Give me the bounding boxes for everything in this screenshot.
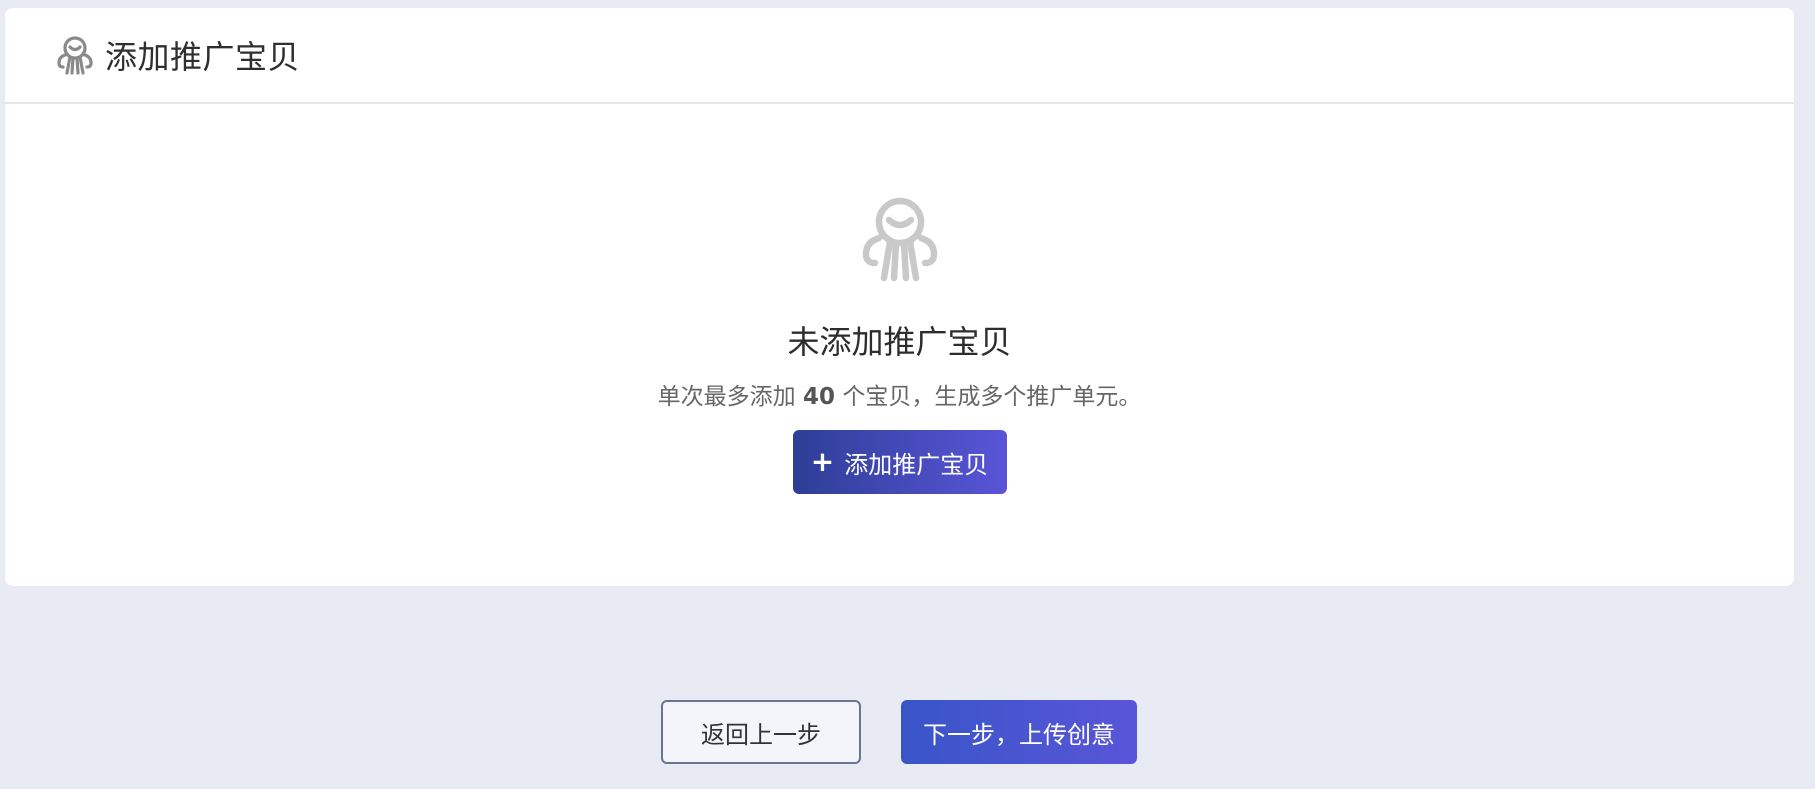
empty-state-title: 未添加推广宝贝 xyxy=(787,323,1012,361)
desc-suffix: 个宝贝，生成多个推广单元。 xyxy=(842,384,1142,410)
desc-prefix: 单次最多添加 xyxy=(657,384,796,410)
next-upload-creative-button[interactable]: 下一步，上传创意 xyxy=(901,700,1137,764)
octopus-icon xyxy=(854,192,946,284)
plus-icon: + xyxy=(810,445,835,478)
max-count: 40 xyxy=(802,384,835,410)
add-items-card: 添加推广宝贝 未添加推广宝贝 单次最多添加 40 个宝贝，生成多个推广单元。 +… xyxy=(5,8,1794,586)
add-items-button-label: 添加推广宝贝 xyxy=(844,450,989,479)
empty-state-description: 单次最多添加 40 个宝贝，生成多个推广单元。 xyxy=(5,382,1794,412)
add-items-button[interactable]: + 添加推广宝贝 xyxy=(792,430,1007,494)
card-header: 添加推广宝贝 xyxy=(5,8,1794,104)
empty-state: 未添加推广宝贝 单次最多添加 40 个宝贝，生成多个推广单元。 + 添加推广宝贝 xyxy=(5,104,1794,494)
octopus-icon xyxy=(53,33,97,77)
back-button[interactable]: 返回上一步 xyxy=(661,700,861,764)
page-title: 添加推广宝贝 xyxy=(105,38,301,76)
footer-actions: 返回上一步 下一步，上传创意 xyxy=(0,700,1815,764)
